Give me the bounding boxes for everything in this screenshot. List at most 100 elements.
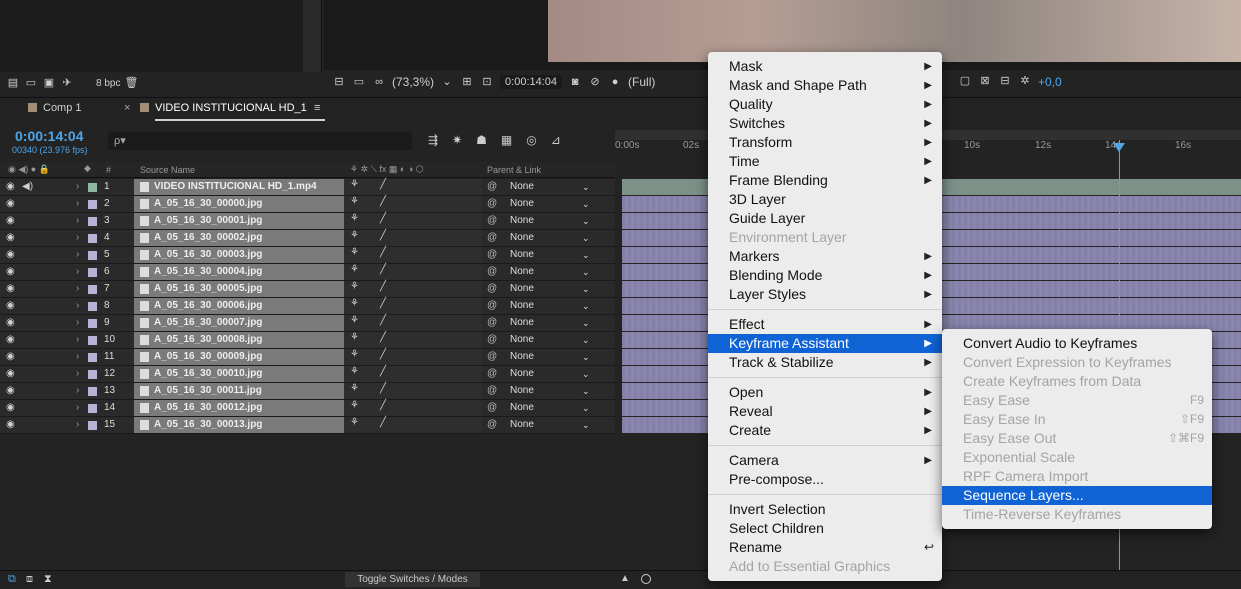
close-icon[interactable]: ×	[124, 102, 130, 114]
chevron-down-icon[interactable]: ⌄	[582, 417, 590, 433]
quality-switch-icon[interactable]: ╱	[380, 400, 386, 411]
label-color[interactable]	[88, 319, 97, 328]
layer-name[interactable]: A_05_16_30_00010.jpg	[134, 366, 344, 382]
exposure-value[interactable]: +0,0	[1038, 75, 1062, 89]
shy-switch-icon[interactable]: ⚘	[350, 383, 359, 394]
eye-icon[interactable]: ◉	[6, 400, 15, 416]
fast-preview-icon[interactable]: ⊠	[978, 75, 992, 87]
motion-blur-icon[interactable]: ◎	[526, 133, 536, 147]
layer-name[interactable]: A_05_16_30_00009.jpg	[134, 349, 344, 365]
bit-depth[interactable]: 8 bpc	[96, 78, 120, 89]
parent-select[interactable]: None	[510, 383, 534, 399]
pick-whip-icon[interactable]: @	[487, 281, 497, 297]
expand-icon[interactable]: ›	[76, 298, 79, 314]
quality-switch-icon[interactable]: ╱	[380, 196, 386, 207]
eye-icon[interactable]: ◉	[6, 264, 15, 280]
parent-select[interactable]: None	[510, 264, 534, 280]
label-color[interactable]	[88, 370, 97, 379]
shy-switch-icon[interactable]: ⚘	[350, 179, 359, 190]
current-time[interactable]: 0:00:14:04	[15, 128, 84, 144]
table-row[interactable]: ◉ › 3 A_05_16_30_00001.jpg ⚘ ╱ @ None ⌄	[0, 213, 615, 230]
menu-item[interactable]: Mask and Shape Path ▶	[708, 76, 942, 95]
layer-switches-icon[interactable]: ⧉	[8, 573, 16, 586]
menu-item[interactable]: 3D Layer	[708, 190, 942, 209]
chevron-down-icon[interactable]: ⌄	[582, 332, 590, 348]
expand-icon[interactable]: ›	[76, 179, 79, 195]
toggle-switches-modes-button[interactable]: Toggle Switches / Modes	[345, 572, 480, 587]
menu-item[interactable]: Guide Layer	[708, 209, 942, 228]
menu-item[interactable]: Quality ▶	[708, 95, 942, 114]
table-row[interactable]: ◉ › 9 A_05_16_30_00007.jpg ⚘ ╱ @ None ⌄	[0, 315, 615, 332]
menu-item[interactable]: Rename ↩	[708, 538, 942, 557]
chevron-down-icon[interactable]: ⌄	[582, 383, 590, 399]
project-scrollbar[interactable]	[303, 0, 321, 72]
menu-item[interactable]: Create ▶	[708, 421, 942, 440]
expand-icon[interactable]: ›	[76, 332, 79, 348]
eye-icon[interactable]: ◉	[6, 349, 15, 365]
chevron-down-icon[interactable]: ⌄	[582, 179, 590, 195]
eye-icon[interactable]: ◉	[6, 298, 15, 314]
layer-name[interactable]: A_05_16_30_00007.jpg	[134, 315, 344, 331]
reset-exposure-icon[interactable]: ✲	[1018, 75, 1032, 87]
chevron-down-icon[interactable]: ⌄	[582, 315, 590, 331]
expand-icon[interactable]: ›	[76, 400, 79, 416]
quality-switch-icon[interactable]: ╱	[380, 417, 386, 428]
expand-icon[interactable]: ›	[76, 264, 79, 280]
shy-switch-icon[interactable]: ⚘	[350, 400, 359, 411]
menu-item[interactable]: Blending Mode ▶	[708, 266, 942, 285]
table-row[interactable]: ◉ › 2 A_05_16_30_00000.jpg ⚘ ╱ @ None ⌄	[0, 196, 615, 213]
parent-select[interactable]: None	[510, 332, 534, 348]
quality-switch-icon[interactable]: ╱	[380, 230, 386, 241]
shy-switch-icon[interactable]: ⚘	[350, 230, 359, 241]
layer-name[interactable]: A_05_16_30_00003.jpg	[134, 247, 344, 263]
new-folder-icon[interactable]: ▭	[24, 77, 38, 89]
eye-icon[interactable]: ◉	[6, 332, 15, 348]
viewer-timecode[interactable]: 0:00:14:04	[500, 75, 563, 89]
label-color[interactable]	[88, 234, 97, 243]
eye-icon[interactable]: ◉	[6, 281, 15, 297]
label-color[interactable]	[88, 387, 97, 396]
table-row[interactable]: ◉ › 8 A_05_16_30_00006.jpg ⚘ ╱ @ None ⌄	[0, 298, 615, 315]
expand-icon[interactable]: ›	[76, 196, 79, 212]
chevron-down-icon[interactable]: ⌄	[582, 264, 590, 280]
shy-switch-icon[interactable]: ⚘	[350, 247, 359, 258]
label-color[interactable]	[88, 200, 97, 209]
chevron-down-icon[interactable]: ⌄	[582, 366, 590, 382]
expand-icon[interactable]: ›	[76, 383, 79, 399]
tab-comp-1[interactable]: Comp 1	[28, 102, 82, 114]
label-color[interactable]	[88, 421, 97, 430]
parent-select[interactable]: None	[510, 400, 534, 416]
column-parent[interactable]: Parent & Link	[487, 165, 541, 175]
audio-icon[interactable]: ◀)	[22, 179, 33, 195]
column-source-name[interactable]: Source Name	[140, 165, 195, 175]
parent-select[interactable]: None	[510, 196, 534, 212]
parent-select[interactable]: None	[510, 349, 534, 365]
layer-name[interactable]: A_05_16_30_00001.jpg	[134, 213, 344, 229]
label-color[interactable]	[88, 336, 97, 345]
mask-visibility-icon[interactable]: ⊡	[480, 76, 494, 88]
table-row[interactable]: ◉ › 11 A_05_16_30_00009.jpg ⚘ ╱ @ None ⌄	[0, 349, 615, 366]
pick-whip-icon[interactable]: @	[487, 315, 497, 331]
menu-item[interactable]: Camera ▶	[708, 451, 942, 470]
eye-icon[interactable]: ◉	[6, 417, 15, 433]
menu-item[interactable]: Convert Audio to Keyframes	[942, 334, 1212, 353]
table-row[interactable]: ◉ › 15 A_05_16_30_00013.jpg ⚘ ╱ @ None ⌄	[0, 417, 615, 434]
layer-name[interactable]: A_05_16_30_00006.jpg	[134, 298, 344, 314]
draft-3d-icon[interactable]: ⊟	[998, 75, 1012, 87]
table-row[interactable]: ◉ › 4 A_05_16_30_00002.jpg ⚘ ╱ @ None ⌄	[0, 230, 615, 247]
menu-item[interactable]: Pre-compose...	[708, 470, 942, 489]
eye-icon[interactable]: ◉	[6, 247, 15, 263]
label-color[interactable]	[88, 268, 97, 277]
hamburger-icon[interactable]: ≡	[314, 102, 320, 114]
pick-whip-icon[interactable]: @	[487, 298, 497, 314]
menu-item[interactable]: Track & Stabilize ▶	[708, 353, 942, 372]
table-row[interactable]: ◉ › 13 A_05_16_30_00011.jpg ⚘ ╱ @ None ⌄	[0, 383, 615, 400]
menu-item[interactable]: Frame Blending ▶	[708, 171, 942, 190]
monitor-icon[interactable]: ▭	[352, 76, 366, 88]
table-row[interactable]: ◉ › 10 A_05_16_30_00008.jpg ⚘ ╱ @ None ⌄	[0, 332, 615, 349]
eye-icon[interactable]: ◉	[6, 315, 15, 331]
menu-item[interactable]: Effect ▶	[708, 315, 942, 334]
parent-select[interactable]: None	[510, 247, 534, 263]
eye-icon[interactable]: ◉	[6, 213, 15, 229]
pick-whip-icon[interactable]: @	[487, 417, 497, 433]
